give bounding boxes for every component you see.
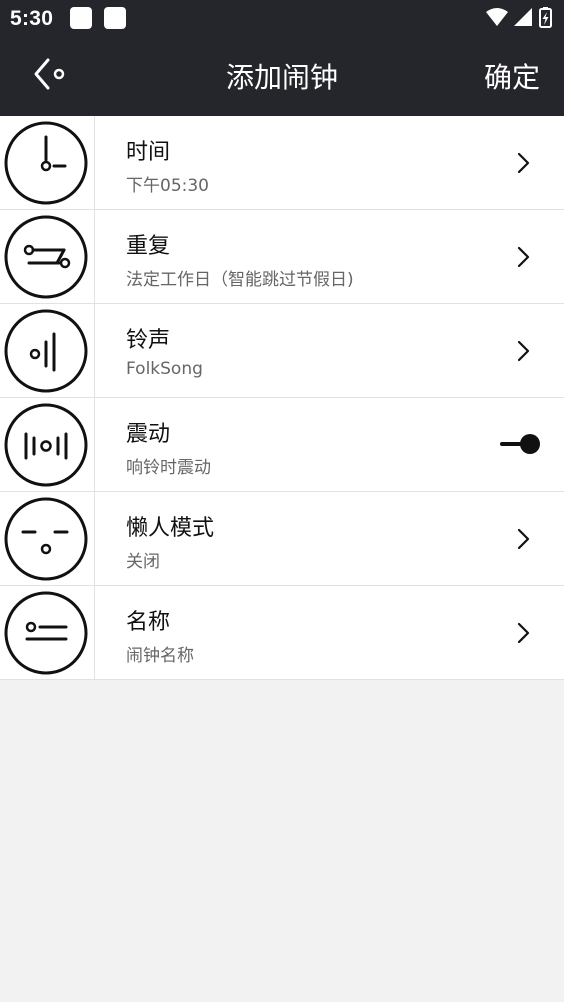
clock-icon	[4, 121, 88, 205]
vibrate-setting-row: 震动 响铃时震动	[0, 398, 564, 492]
chevron-right-icon	[517, 246, 530, 268]
status-time: 5:30	[10, 7, 54, 30]
ringtone-icon	[4, 309, 88, 393]
ringtone-setting-row[interactable]: 铃声 FolkSong	[0, 304, 564, 398]
time-value: 下午05:30	[126, 176, 209, 196]
vibrate-label: 震动	[126, 422, 171, 447]
repeat-label: 重复	[126, 234, 171, 259]
notification-app-icon	[70, 7, 92, 29]
confirm-button[interactable]: 确定	[484, 56, 540, 96]
status-bar: 5:30	[0, 0, 564, 36]
label-icon	[4, 591, 88, 675]
app-header: 添加闹钟 确定	[0, 36, 564, 116]
lazy-face-icon	[4, 497, 88, 581]
name-setting-row[interactable]: 名称 闹钟名称	[0, 586, 564, 680]
repeat-value: 法定工作日（智能跳过节假日)	[126, 270, 354, 290]
lazy-mode-setting-row[interactable]: 懒人模式 关闭	[0, 492, 564, 586]
repeat-icon	[4, 215, 88, 299]
vibrate-description: 响铃时震动	[126, 458, 211, 478]
vibrate-icon	[4, 403, 88, 487]
name-label: 名称	[126, 610, 171, 635]
name-value: 闹钟名称	[126, 646, 194, 666]
chevron-right-icon	[517, 340, 530, 362]
ringtone-value: FolkSong	[126, 359, 203, 379]
vibrate-toggle[interactable]	[500, 432, 542, 456]
repeat-setting-row[interactable]: 重复 法定工作日（智能跳过节假日)	[0, 210, 564, 304]
wifi-icon	[486, 8, 508, 26]
status-indicators	[484, 6, 554, 30]
chevron-right-icon	[517, 528, 530, 550]
page-title: 添加闹钟	[225, 61, 338, 94]
battery-charging-icon	[539, 7, 552, 28]
time-label: 时间	[126, 140, 171, 165]
chevron-right-icon	[517, 622, 530, 644]
alarm-settings-list: 时间 下午05:30 重复 法定工作日（智能跳过节假日) 铃声 FolkSong…	[0, 116, 564, 680]
notification-app-icon	[104, 7, 126, 29]
lazy-mode-value: 关闭	[126, 552, 160, 572]
ringtone-label: 铃声	[126, 328, 171, 353]
chevron-right-icon	[517, 152, 530, 174]
lazy-mode-label: 懒人模式	[126, 516, 215, 541]
cell-signal-icon	[514, 8, 532, 26]
time-setting-row[interactable]: 时间 下午05:30	[0, 116, 564, 210]
